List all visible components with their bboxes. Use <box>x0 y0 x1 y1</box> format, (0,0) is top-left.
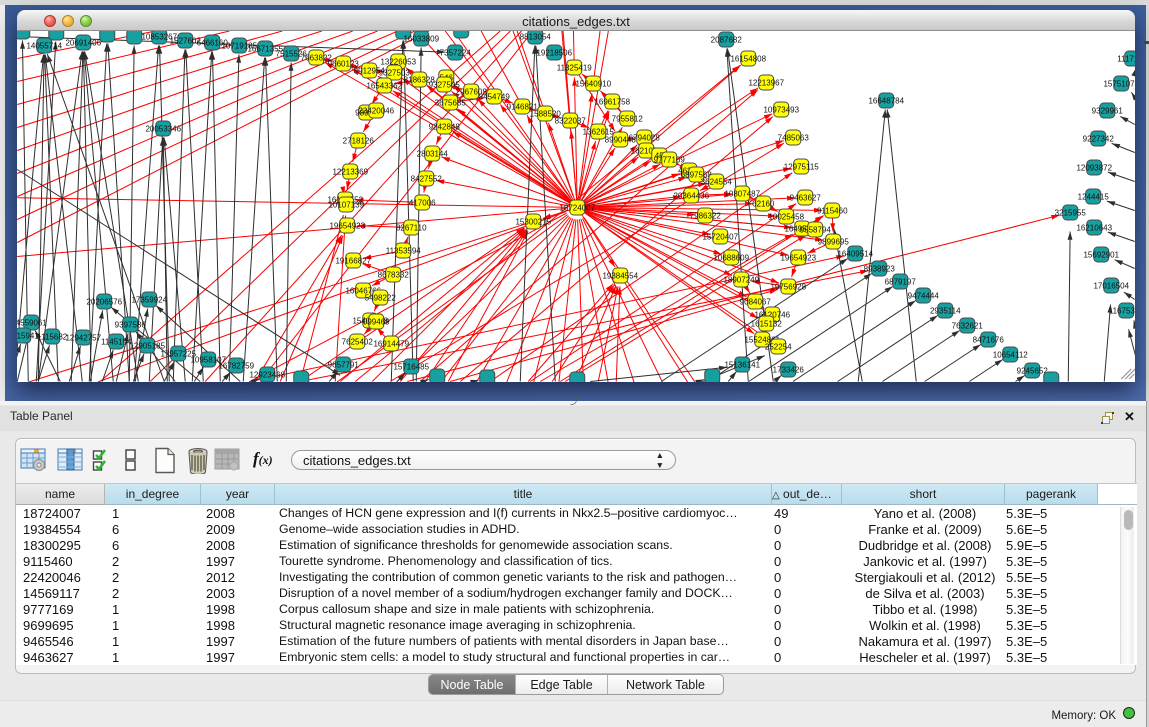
svg-text:16782759: 16782759 <box>218 361 254 370</box>
svg-text:20691406: 20691406 <box>65 38 101 47</box>
svg-text:6879197: 6879197 <box>885 277 917 286</box>
svg-text:14055714: 14055714 <box>26 41 62 50</box>
svg-text:9899695: 9899695 <box>818 237 850 246</box>
svg-text:9463627: 9463627 <box>790 193 822 202</box>
svg-text:4559061: 4559061 <box>17 318 47 327</box>
svg-text:15751074: 15751074 <box>1103 79 1135 88</box>
svg-text:16543362: 16543362 <box>366 81 402 90</box>
svg-text:19384554: 19384554 <box>602 271 638 280</box>
svg-text:7955812: 7955812 <box>612 114 644 123</box>
svg-text:12923468: 12923468 <box>249 370 285 379</box>
svg-text:11353594: 11353594 <box>386 246 422 255</box>
svg-text:11325419: 11325419 <box>557 63 593 72</box>
svg-text:3675685: 3675685 <box>435 98 467 107</box>
svg-text:6794028: 6794028 <box>629 133 661 142</box>
svg-text:1115682: 1115682 <box>37 332 68 341</box>
svg-text:15716485: 15716485 <box>393 362 429 371</box>
svg-text:1244415: 1244415 <box>1078 192 1110 201</box>
svg-text:16409514: 16409514 <box>837 249 873 258</box>
svg-text:10688609: 10688609 <box>713 253 749 262</box>
svg-text:19756928: 19756928 <box>770 282 806 291</box>
svg-text:20206576: 20206576 <box>86 297 122 306</box>
svg-text:12213967: 12213967 <box>748 78 784 87</box>
svg-text:1145194: 1145194 <box>101 337 132 346</box>
svg-text:12975115: 12975115 <box>784 162 820 171</box>
svg-text:9474444: 9474444 <box>908 291 940 300</box>
svg-text:12942757: 12942757 <box>65 333 101 342</box>
svg-text:18907249: 18907249 <box>723 275 759 284</box>
svg-text:9397586: 9397586 <box>115 320 147 329</box>
svg-text:19654923: 19654923 <box>329 221 365 230</box>
svg-text:3624554: 3624554 <box>701 177 733 186</box>
svg-text:10807487: 10807487 <box>724 189 760 198</box>
svg-text:20364436: 20364436 <box>673 191 709 200</box>
svg-text:1615132: 1615132 <box>751 319 783 328</box>
svg-text:2087682: 2087682 <box>711 35 743 44</box>
svg-text:9329961: 9329961 <box>1092 106 1124 115</box>
svg-text:7632621: 7632621 <box>952 321 984 330</box>
svg-text:19166827: 19166827 <box>335 256 371 265</box>
svg-text:15640910: 15640910 <box>575 79 611 88</box>
svg-text:16154808: 16154808 <box>730 54 766 63</box>
svg-text:17016504: 17016504 <box>1093 281 1129 290</box>
svg-text:15692901: 15692901 <box>1083 250 1119 259</box>
svg-text:9245652: 9245652 <box>1017 366 1049 375</box>
svg-text:8938923: 8938923 <box>864 264 896 273</box>
svg-text:9115460: 9115460 <box>817 206 848 215</box>
svg-text:7357224: 7357224 <box>440 48 472 57</box>
svg-text:9084067: 9084067 <box>740 297 772 306</box>
svg-text:16648784: 16648784 <box>868 96 904 105</box>
svg-text:16033809: 16033809 <box>403 34 439 43</box>
svg-text:16961758: 16961758 <box>594 97 630 106</box>
svg-text:10025458: 10025458 <box>768 212 804 221</box>
svg-text:19654923: 19654923 <box>780 253 816 262</box>
svg-text:18724007: 18724007 <box>559 203 595 212</box>
svg-text:15720407: 15720407 <box>702 232 738 241</box>
svg-text:16210643: 16210643 <box>1076 223 1112 232</box>
svg-text:15300215: 15300215 <box>515 217 551 226</box>
svg-text:8678332: 8678332 <box>378 270 410 279</box>
svg-text:23420046: 23420046 <box>358 106 394 115</box>
svg-text:15136141: 15136141 <box>724 360 760 369</box>
svg-text:9558794: 9558794 <box>800 225 832 234</box>
svg-text:11675310: 11675310 <box>1109 306 1135 315</box>
svg-text:19218506: 19218506 <box>536 48 572 57</box>
svg-text:12213369: 12213369 <box>332 167 368 176</box>
svg-text:252254: 252254 <box>765 342 792 351</box>
svg-text:2803144: 2803144 <box>417 149 449 158</box>
svg-text:3215955: 3215955 <box>1055 208 1087 217</box>
svg-text:9657791: 9657791 <box>328 360 360 369</box>
svg-text:16914479: 16914479 <box>373 339 409 348</box>
svg-text:8322037: 8322037 <box>555 116 587 125</box>
svg-text:1117193: 1117193 <box>1117 54 1135 63</box>
svg-text:17359924: 17359924 <box>131 295 167 304</box>
svg-text:099469: 099469 <box>363 317 390 326</box>
svg-text:5498222: 5498222 <box>365 293 397 302</box>
svg-text:2718126: 2718126 <box>343 136 375 145</box>
svg-text:7485063: 7485063 <box>778 133 810 142</box>
svg-text:8427552: 8427552 <box>411 174 443 183</box>
svg-text:20053346: 20053346 <box>145 124 181 133</box>
svg-text:10107139: 10107139 <box>328 200 364 209</box>
svg-text:12093872: 12093872 <box>1076 163 1112 172</box>
svg-text:7986322: 7986322 <box>690 211 722 220</box>
svg-text:10973493: 10973493 <box>763 105 799 114</box>
svg-text:8471676: 8471676 <box>973 335 1005 344</box>
svg-text:1733426: 1733426 <box>773 365 805 374</box>
svg-text:2935114: 2935114 <box>930 306 961 315</box>
svg-text:10654112: 10654112 <box>993 350 1029 359</box>
svg-text:8454749: 8454749 <box>479 92 511 101</box>
svg-text:417006: 417006 <box>409 198 436 207</box>
svg-text:3915941: 3915941 <box>17 331 39 340</box>
svg-text:9777169: 9777169 <box>654 155 686 164</box>
svg-text:8813054: 8813054 <box>520 32 552 41</box>
svg-text:7625402: 7625402 <box>342 337 374 346</box>
svg-text:9242848: 9242848 <box>429 122 461 131</box>
svg-text:62160: 62160 <box>752 199 775 208</box>
svg-text:8267110: 8267110 <box>396 223 427 232</box>
svg-text:9227342: 9227342 <box>1083 134 1115 143</box>
